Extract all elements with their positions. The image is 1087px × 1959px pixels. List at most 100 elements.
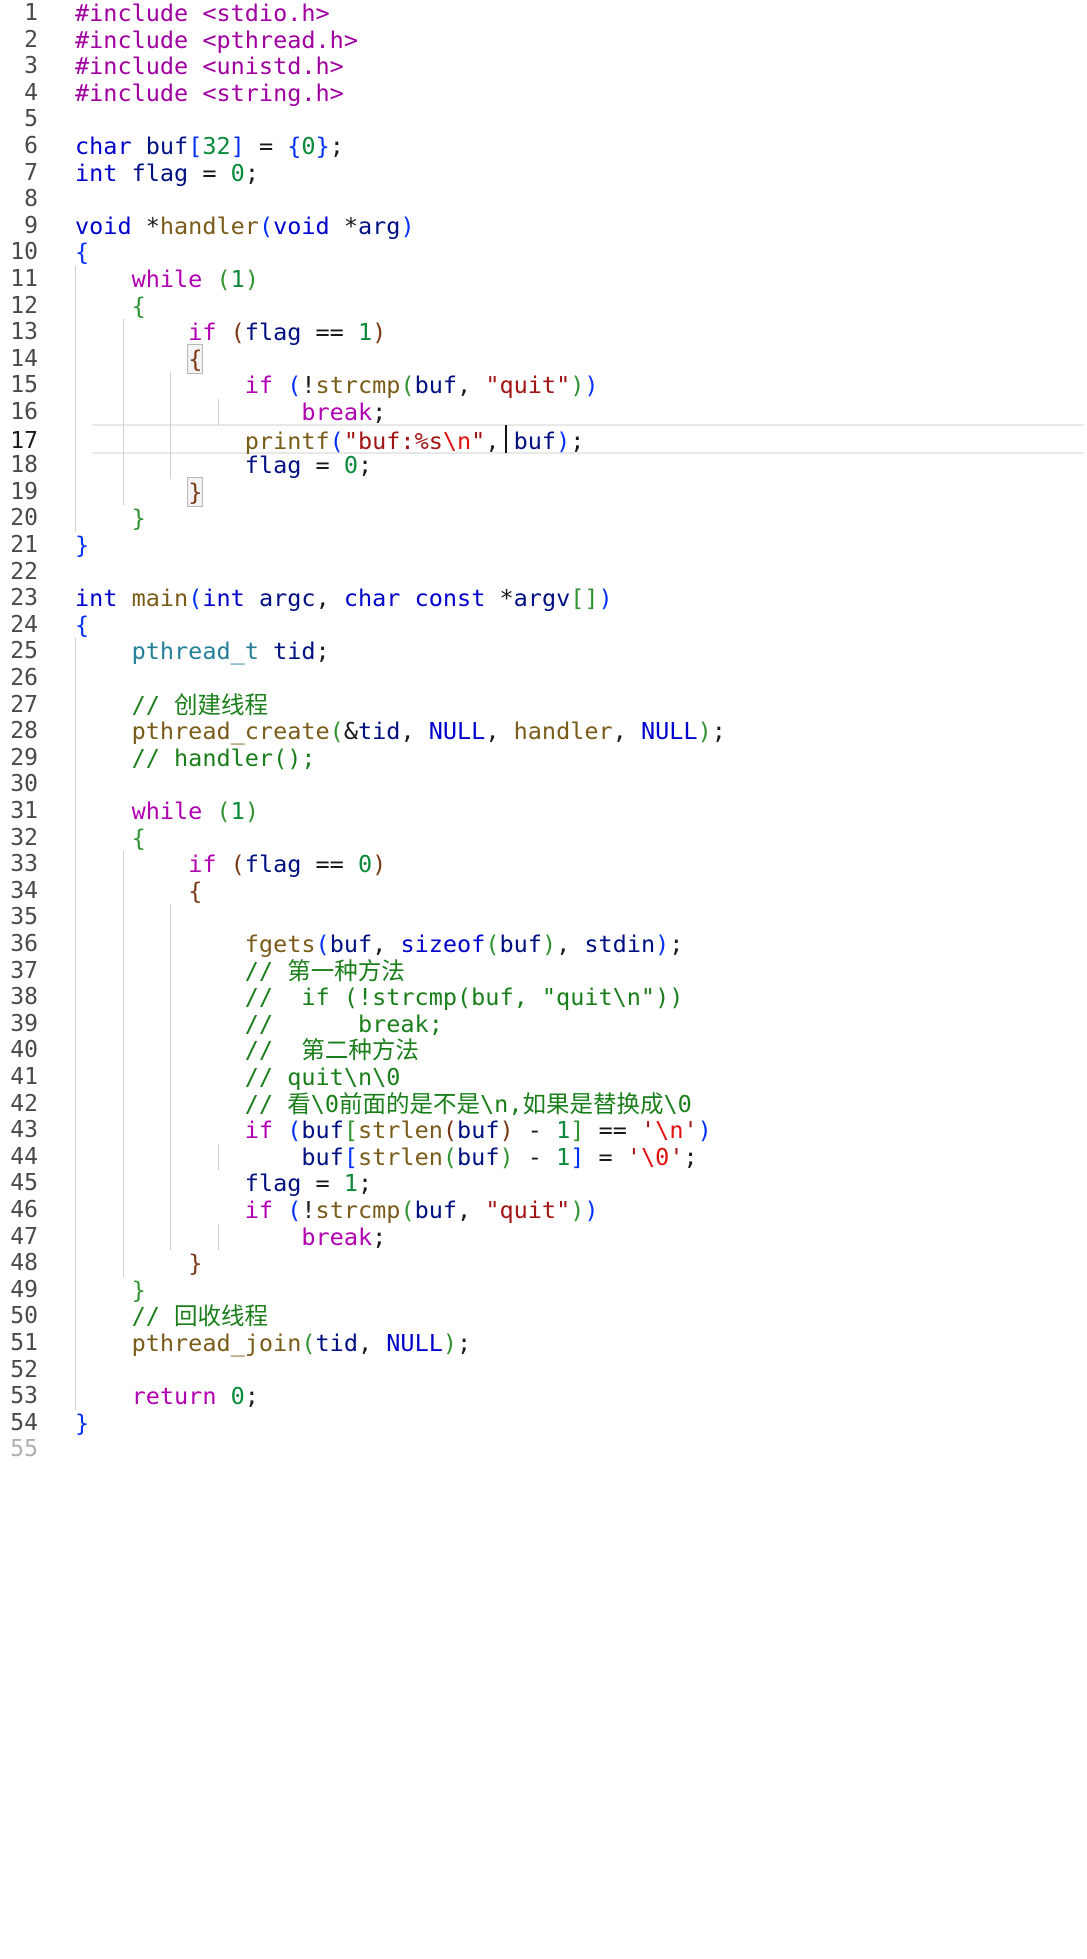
- code-line[interactable]: 44 buf[strlen(buf) - 1] = '\0';: [0, 1142, 1087, 1171]
- line-number: 44: [10, 1143, 38, 1170]
- code-line[interactable]: 34 {: [0, 877, 1087, 905]
- code-line[interactable]: 33 if (flag == 0): [0, 851, 1087, 878]
- line-number: 39: [10, 1010, 38, 1037]
- code-line[interactable]: 22: [0, 559, 1087, 586]
- code-token: flag: [244, 318, 302, 347]
- code-token: [: [343, 1116, 358, 1145]
- code-line[interactable]: 6 char buf[32] = {0};: [0, 133, 1087, 160]
- code-token: (: [287, 371, 302, 400]
- code-text: // 看\0前面的是不是\n,如果是替换成\0: [75, 1090, 692, 1118]
- code-line[interactable]: 48 }: [0, 1250, 1087, 1277]
- code-line[interactable]: 55: [0, 1436, 1087, 1463]
- code-token: =: [188, 158, 231, 187]
- indent-guide: [75, 266, 76, 532]
- code-line[interactable]: 15 if (!strcmp(buf, "quit")): [0, 372, 1087, 399]
- code-line[interactable]: 47 break;: [0, 1223, 1087, 1251]
- code-line[interactable]: 23 int main(int argc, char const *argv[]): [0, 585, 1087, 612]
- line-number: 27: [10, 691, 38, 718]
- line-number: 43: [10, 1117, 38, 1144]
- line-number: 17: [10, 427, 38, 454]
- code-line[interactable]: 20 }: [0, 505, 1087, 532]
- code-line[interactable]: 35: [0, 904, 1087, 931]
- code-token: \n: [442, 426, 472, 455]
- code-token: ]: [570, 1142, 585, 1171]
- code-line[interactable]: 14 {: [0, 343, 1087, 374]
- code-line[interactable]: 16 break;: [0, 399, 1087, 426]
- code-text: // handler();: [75, 744, 316, 772]
- code-line[interactable]: 24 {: [0, 611, 1087, 639]
- line-number: 23: [10, 585, 38, 612]
- code-line[interactable]: 10 {: [0, 239, 1087, 266]
- line-number: 21: [10, 532, 38, 558]
- code-line[interactable]: 28 pthread_create(&tid, NULL, handler, N…: [0, 718, 1087, 745]
- code-text: }: [75, 532, 89, 559]
- code-line[interactable]: 11 while (1): [0, 266, 1087, 293]
- code-line[interactable]: 2 #include <pthread.h>: [0, 26, 1087, 54]
- line-number: 36: [10, 931, 38, 957]
- code-line[interactable]: 51 pthread_join(tid, NULL);: [0, 1330, 1087, 1357]
- code-line[interactable]: 5: [0, 106, 1087, 133]
- code-token: ;: [357, 1169, 373, 1198]
- code-line[interactable]: 42 // 看\0前面的是不是\n,如果是替换成\0: [0, 1090, 1087, 1118]
- code-token: flag: [244, 1169, 302, 1198]
- code-line[interactable]: 1 #include <stdio.h>: [0, 0, 1087, 27]
- code-line[interactable]: 4 #include <string.h>: [0, 79, 1087, 107]
- code-line[interactable]: 41 // quit\n\0: [0, 1064, 1087, 1091]
- code-token: }: [75, 1408, 90, 1437]
- text-cursor: [505, 424, 508, 454]
- code-line[interactable]: 52: [0, 1357, 1087, 1384]
- code-line[interactable]: 27 // 创建线程: [0, 691, 1087, 719]
- code-line[interactable]: 7 int flag = 0;: [0, 158, 1087, 187]
- code-line[interactable]: 49 }: [0, 1276, 1087, 1304]
- code-line[interactable]: 40 // 第二种方法: [0, 1037, 1087, 1064]
- line-number: 11: [10, 266, 38, 292]
- code-line[interactable]: 3 #include <unistd.h>: [0, 53, 1087, 80]
- code-line[interactable]: 25 pthread_t tid;: [0, 638, 1087, 665]
- code-token: ): [372, 850, 387, 879]
- code-line[interactable]: 32 {: [0, 823, 1087, 852]
- code-token: ;: [711, 717, 726, 746]
- code-token: ): [570, 371, 585, 400]
- code-token: stdin: [584, 930, 656, 958]
- code-token: sizeof: [400, 930, 486, 958]
- code-line[interactable]: 26: [0, 665, 1087, 692]
- code-token: {: [131, 823, 146, 852]
- code-line[interactable]: 8: [0, 186, 1087, 213]
- line-number: 46: [10, 1197, 38, 1223]
- code-line[interactable]: 18 flag = 0;: [0, 452, 1087, 479]
- code-line[interactable]: 53 return 0;: [0, 1383, 1087, 1410]
- code-line[interactable]: 43 if (buf[strlen(buf) - 1] == '\n'): [0, 1117, 1087, 1144]
- code-line[interactable]: 45 flag = 1;: [0, 1170, 1087, 1197]
- line-number: 2: [24, 26, 38, 53]
- line-number: 50: [10, 1303, 38, 1330]
- code-token: ;: [372, 398, 387, 426]
- code-line[interactable]: 30: [0, 771, 1087, 798]
- line-number: 1: [24, 0, 38, 26]
- line-number: 49: [10, 1276, 38, 1303]
- code-line[interactable]: 37 // 第一种方法: [0, 957, 1087, 985]
- code-line[interactable]: 31 while (1): [0, 798, 1087, 825]
- code-line[interactable]: 50 // 回收线程: [0, 1303, 1087, 1330]
- code-line[interactable]: 39 // break;: [0, 1010, 1087, 1038]
- code-line[interactable]: 46 if (!strcmp(buf, "quit")): [0, 1197, 1087, 1224]
- code-line[interactable]: 13 if (flag == 1): [0, 319, 1087, 346]
- code-line[interactable]: 54}: [0, 1408, 1087, 1437]
- code-token: ): [244, 797, 259, 825]
- code-line[interactable]: 9 void *handler(void *arg): [0, 212, 1087, 240]
- code-line[interactable]: 17 printf("buf:%s\n", buf);: [10, 423, 1084, 455]
- line-number: 31: [10, 798, 38, 824]
- code-line[interactable]: 36 fgets(buf, sizeof(buf), stdin);: [0, 931, 1087, 958]
- code-editor[interactable]: 1 #include <stdio.h> 2 #include <pthread.h>…: [0, 0, 1087, 1959]
- code-line[interactable]: 21}: [0, 532, 1087, 559]
- code-token: strcmp: [315, 1196, 401, 1224]
- code-token: buf: [513, 426, 557, 455]
- code-line[interactable]: 12 {: [0, 292, 1087, 320]
- code-line[interactable]: 38 // if (!strcmp(buf, "quit\n")): [0, 984, 1087, 1011]
- code-line[interactable]: 19 }: [0, 476, 1087, 507]
- code-token: ': [683, 1116, 698, 1145]
- code-line[interactable]: 29 // handler();: [0, 744, 1087, 772]
